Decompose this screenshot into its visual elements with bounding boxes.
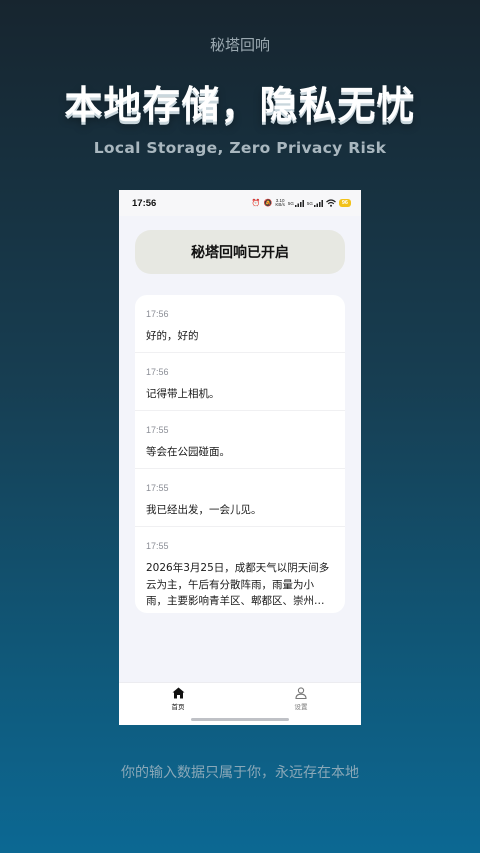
signal-1: 5G bbox=[287, 199, 304, 207]
home-icon bbox=[172, 687, 184, 699]
list-item[interactable]: 17:56 好的，好的 bbox=[135, 295, 345, 353]
phone-screenshot: 17:56 ⏰ 🔕 3.10 KB/s 5G 5G 96 秘塔回响已开启 17:… bbox=[119, 190, 361, 725]
mute-icon: 🔕 bbox=[263, 198, 273, 207]
list-item[interactable]: 17:55 我已经出发，一会儿见。 bbox=[135, 469, 345, 527]
message-text: 等会在公园碰面。 bbox=[146, 446, 230, 458]
battery-indicator: 96 bbox=[338, 199, 351, 207]
message-time: 17:55 bbox=[146, 541, 169, 551]
list-item[interactable]: 17:56 记得带上相机。 bbox=[135, 353, 345, 411]
message-text: 好的，好的 bbox=[146, 330, 199, 342]
headline: 本地存储，隐私无忧 bbox=[64, 83, 416, 127]
signal-2-label: 5G bbox=[306, 201, 313, 206]
status-bar: 17:56 ⏰ 🔕 3.10 KB/s 5G 5G 96 bbox=[119, 190, 361, 216]
wifi-icon bbox=[325, 199, 336, 207]
message-text: 我已经出发，一会儿见。 bbox=[146, 504, 262, 516]
footer-caption: 你的输入数据只属于你，永远存在本地 bbox=[121, 765, 359, 781]
nav-item-home[interactable]: 首页 bbox=[148, 687, 208, 711]
net-speed-unit: KB/s bbox=[275, 202, 285, 207]
nav-item-settings[interactable]: 设置 bbox=[271, 687, 331, 711]
message-time: 17:56 bbox=[146, 309, 169, 319]
person-icon bbox=[295, 687, 307, 699]
nav-label-settings: 设置 bbox=[294, 703, 308, 711]
message-time: 17:55 bbox=[146, 483, 169, 493]
net-speed: 3.10 KB/s bbox=[275, 198, 285, 208]
nav-label-home: 首页 bbox=[171, 703, 185, 711]
app-name: 秘塔回响 bbox=[209, 36, 270, 54]
message-text: 2026年3月25日，成都天气以阴天间多云为主，午后有分散阵雨，雨量为小雨，主要… bbox=[146, 562, 330, 607]
list-item[interactable]: 17:55 等会在公园碰面。 bbox=[135, 411, 345, 469]
signal-bars-icon bbox=[294, 199, 304, 207]
home-indicator[interactable] bbox=[191, 718, 289, 721]
echo-status-banner[interactable]: 秘塔回响已开启 bbox=[135, 230, 345, 274]
message-list: 17:56 好的，好的 17:56 记得带上相机。 17:55 等会在公园碰面。… bbox=[135, 295, 345, 613]
signal-2: 5G bbox=[306, 199, 323, 207]
signal-1-label: 5G bbox=[287, 201, 294, 206]
alarm-icon: ⏰ bbox=[251, 198, 261, 207]
message-text: 记得带上相机。 bbox=[146, 388, 220, 400]
status-time: 17:56 bbox=[132, 197, 157, 209]
message-time: 17:55 bbox=[146, 425, 169, 435]
list-item[interactable]: 17:55 2026年3月25日，成都天气以阴天间多云为主，午后有分散阵雨，雨量… bbox=[135, 527, 345, 613]
signal-bars-icon bbox=[313, 199, 323, 207]
message-time: 17:56 bbox=[146, 367, 169, 377]
status-icons: ⏰ 🔕 3.10 KB/s 5G 5G 96 bbox=[251, 198, 351, 208]
subheadline: Local Storage, Zero Privacy Risk bbox=[93, 139, 387, 157]
